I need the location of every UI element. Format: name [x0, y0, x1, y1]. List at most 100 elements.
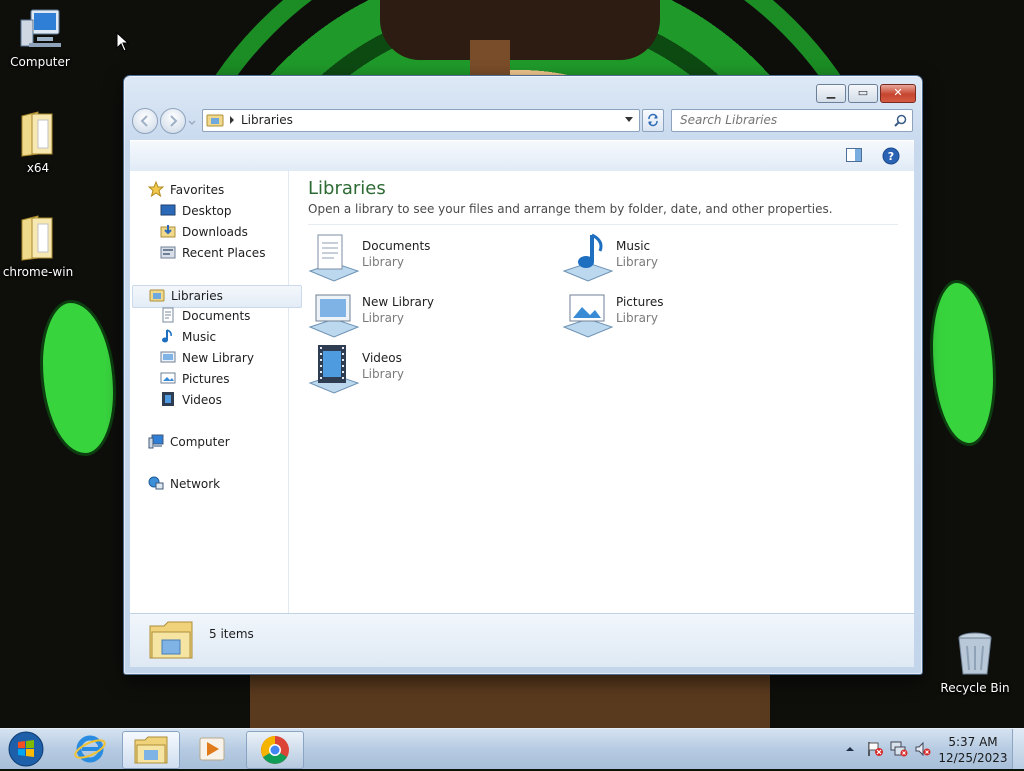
- taskbar-chrome[interactable]: [246, 731, 304, 769]
- nav-recent-places-label: Recent Places: [182, 246, 266, 260]
- command-bar: ?: [130, 140, 914, 172]
- folder-icon: [21, 215, 53, 261]
- forward-button[interactable]: [160, 108, 186, 134]
- library-name: Documents: [362, 239, 431, 253]
- item-count: 5 items: [209, 627, 254, 641]
- desktop-icon-recycle-bin[interactable]: Recycle Bin: [935, 630, 1015, 695]
- taskbar-internet-explorer[interactable]: [62, 731, 118, 767]
- preview-pane-button[interactable]: [846, 148, 864, 164]
- new-library-icon: [308, 294, 360, 338]
- desktop-icon-label: Computer: [10, 55, 70, 69]
- taskbar: 5:37 AM 12/25/2023: [0, 728, 1024, 769]
- pictures-library-icon: [562, 294, 614, 338]
- libraries-folder-icon: [206, 114, 224, 127]
- chrome-icon: [261, 736, 289, 764]
- chevron-down-icon: [188, 120, 196, 125]
- taskbar-windows-explorer[interactable]: [122, 731, 180, 769]
- tray-action-center[interactable]: [866, 741, 884, 757]
- library-item-new-library[interactable]: New Library Library: [308, 287, 548, 339]
- nav-recent-places[interactable]: Recent Places: [160, 243, 265, 264]
- volume-muted-icon: [915, 741, 931, 757]
- library-name: Music: [616, 239, 651, 253]
- nav-downloads[interactable]: Downloads: [160, 222, 248, 243]
- nav-network-label: Network: [170, 477, 221, 491]
- tray-volume[interactable]: [914, 741, 932, 757]
- show-hidden-icons-button[interactable]: [844, 743, 856, 755]
- documents-library-icon: [308, 234, 360, 282]
- videos-icon: [162, 392, 174, 406]
- library-item-pictures[interactable]: Pictures Library: [562, 287, 802, 339]
- nav-computer[interactable]: Computer: [148, 432, 230, 453]
- nav-videos[interactable]: Videos: [160, 390, 222, 411]
- back-arrow-icon: [140, 115, 148, 127]
- close-button[interactable]: ✕: [880, 84, 916, 103]
- recycle-bin-icon: [958, 632, 992, 675]
- network-disconnected-icon: [890, 741, 908, 757]
- refresh-button[interactable]: [642, 109, 664, 132]
- nav-new-library[interactable]: New Library: [160, 348, 254, 369]
- nav-favorites[interactable]: Favorites: [148, 180, 224, 201]
- nav-libraries-label: Libraries: [171, 289, 223, 303]
- navigation-pane: Favorites Desktop Downloads Recent Place…: [130, 171, 302, 613]
- breadcrumb-arrow-icon[interactable]: [229, 116, 235, 124]
- library-type: Library: [616, 255, 658, 269]
- desktop-icon-label: Recycle Bin: [940, 681, 1010, 695]
- nav-desktop[interactable]: Desktop: [160, 201, 232, 222]
- library-name: New Library: [362, 295, 434, 309]
- library-item-music[interactable]: Music Library: [562, 231, 802, 283]
- action-center-flag-icon: [868, 742, 883, 756]
- recent-pages-button[interactable]: [188, 116, 196, 125]
- taskbar-media-player[interactable]: [184, 731, 240, 767]
- library-item-videos[interactable]: Videos Library: [308, 343, 548, 395]
- search-input[interactable]: [672, 110, 880, 129]
- clock-date: 12/25/2023: [938, 751, 1008, 765]
- address-dropdown-icon[interactable]: [625, 117, 633, 123]
- details-pane: 5 items: [130, 613, 914, 667]
- downloads-folder-icon: [160, 225, 176, 238]
- start-button[interactable]: [6, 730, 46, 768]
- page-title: Libraries: [308, 178, 386, 199]
- page-description: Open a library to see your files and arr…: [308, 202, 833, 216]
- nav-new-library-label: New Library: [182, 351, 254, 365]
- show-desktop-button[interactable]: [1012, 729, 1024, 769]
- minimize-icon: ▁: [826, 86, 836, 99]
- network-icon: [148, 476, 164, 490]
- help-icon: ?: [882, 147, 900, 165]
- search-box[interactable]: [671, 109, 913, 132]
- wallpaper-shape: [250, 670, 770, 728]
- nav-network[interactable]: Network: [148, 474, 220, 495]
- star-icon: [148, 181, 164, 197]
- library-name: Pictures: [616, 295, 664, 309]
- nav-music[interactable]: Music: [160, 327, 216, 348]
- windows-explorer-icon: [134, 736, 168, 764]
- desktop-icon-chrome-win[interactable]: chrome-win: [0, 214, 78, 279]
- computer-icon: [148, 434, 164, 449]
- refresh-icon: [648, 113, 658, 127]
- breadcrumb-libraries[interactable]: Libraries: [241, 113, 293, 127]
- tray-network[interactable]: [890, 741, 908, 757]
- nav-libraries[interactable]: Libraries: [132, 285, 302, 308]
- library-type: Library: [616, 311, 658, 325]
- nav-desktop-label: Desktop: [182, 204, 232, 218]
- help-button[interactable]: ?: [882, 147, 900, 165]
- back-button[interactable]: [132, 108, 158, 134]
- maximize-button[interactable]: ▭: [848, 84, 878, 103]
- library-item-documents[interactable]: Documents Library: [308, 231, 548, 283]
- nav-computer-label: Computer: [170, 435, 230, 449]
- new-library-icon: [160, 351, 176, 363]
- system-clock[interactable]: 5:37 AM 12/25/2023: [938, 734, 1008, 766]
- divider: [308, 224, 898, 225]
- nav-pictures-label: Pictures: [182, 372, 230, 386]
- nav-pictures[interactable]: Pictures: [160, 369, 230, 390]
- nav-documents-label: Documents: [182, 309, 251, 323]
- library-name: Videos: [362, 351, 402, 365]
- address-bar[interactable]: Libraries: [202, 109, 640, 132]
- desktop-icon-computer[interactable]: Computer: [0, 8, 80, 69]
- nav-documents[interactable]: Documents: [160, 306, 250, 327]
- libraries-folder-icon: [149, 621, 193, 659]
- minimize-button[interactable]: ▁: [816, 84, 846, 103]
- desktop-icon-x64[interactable]: x64: [0, 110, 78, 175]
- media-player-icon: [199, 737, 225, 761]
- libraries-icon: [149, 289, 165, 302]
- search-icon[interactable]: [894, 114, 907, 127]
